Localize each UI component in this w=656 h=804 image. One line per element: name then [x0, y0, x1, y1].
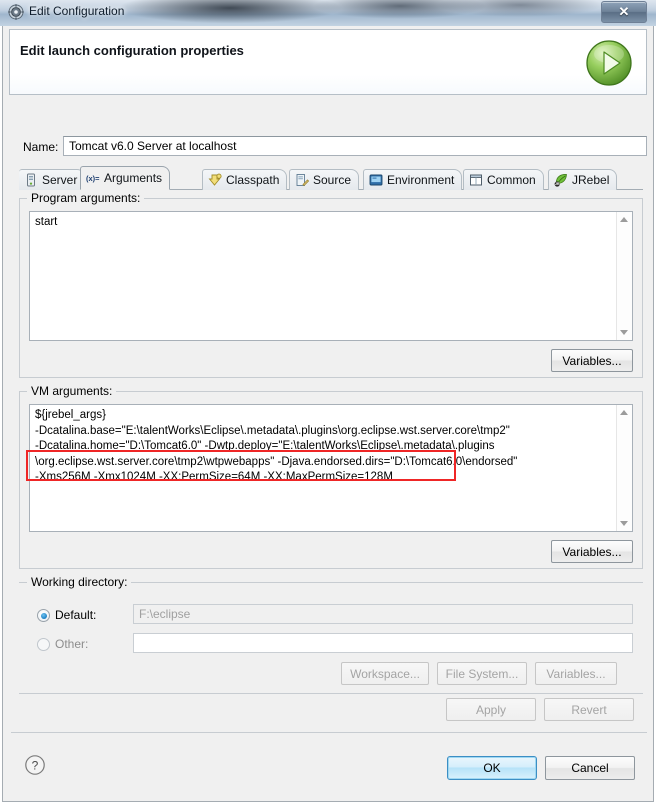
tab-arguments[interactable]: (x)= Arguments: [80, 166, 171, 190]
tab-label: Source: [313, 173, 352, 187]
scroll-up-arrow-icon[interactable]: [620, 410, 628, 415]
tab-server[interactable]: Server: [19, 169, 86, 190]
program-arguments-label: Program arguments:: [27, 191, 145, 205]
classpath-icon: [208, 173, 222, 186]
variable-xy-icon: (x)=: [86, 174, 100, 183]
tab-jrebel[interactable]: JR JRebel: [548, 169, 618, 190]
window-titlebar[interactable]: Edit Configuration ✕: [0, 0, 656, 26]
configuration-name-input[interactable]: Tomcat v6.0 Server at localhost: [63, 136, 647, 156]
workspace-button[interactable]: Workspace...: [341, 662, 429, 685]
working-directory-default-field: F:\eclipse: [133, 604, 633, 624]
close-icon: ✕: [618, 4, 630, 19]
tab-common[interactable]: Common: [463, 169, 544, 190]
window-title: Edit Configuration: [29, 4, 125, 18]
tab-label: Classpath: [226, 173, 280, 187]
working-directory-variables-button[interactable]: Variables...: [535, 662, 617, 685]
tab-source[interactable]: Source: [289, 169, 360, 190]
source-icon: [296, 174, 309, 187]
vm-arguments-value: ${jrebel_args} -Dcatalina.base="E:\talen…: [35, 409, 518, 483]
working-directory-other-label: Other:: [55, 637, 89, 651]
working-directory-bottom-separator: [19, 693, 643, 694]
working-directory-label: Working directory:: [27, 575, 132, 589]
working-directory-default-radio[interactable]: [37, 609, 50, 622]
working-directory-other-field[interactable]: [133, 633, 633, 653]
help-question-icon[interactable]: ?: [24, 754, 46, 776]
run-green-play-icon: [586, 40, 632, 86]
page-title: Edit launch configuration properties: [20, 43, 244, 58]
vm-arguments-textarea[interactable]: ${jrebel_args} -Dcatalina.base="E:\talen…: [29, 404, 633, 532]
tab-classpath[interactable]: Classpath: [202, 169, 288, 190]
program-arguments-scrollbar[interactable]: [616, 212, 632, 340]
scroll-down-arrow-icon[interactable]: [620, 330, 628, 335]
working-directory-default-label: Default:: [55, 608, 97, 622]
ok-button[interactable]: OK: [447, 756, 537, 780]
tab-bar: Server (x)= Arguments Classpath Source E…: [19, 166, 643, 190]
vm-arguments-variables-button[interactable]: Variables...: [551, 540, 633, 563]
dialog-header-banner: Edit launch configuration properties: [9, 29, 647, 95]
tab-label: Common: [487, 173, 536, 187]
scroll-down-arrow-icon[interactable]: [620, 521, 628, 526]
vm-arguments-scrollbar[interactable]: [616, 405, 632, 531]
server-icon: [27, 173, 35, 187]
program-arguments-value: start: [35, 216, 58, 228]
scroll-up-arrow-icon[interactable]: [620, 217, 628, 222]
gear-icon: [8, 4, 24, 20]
footer-separator: [11, 732, 647, 733]
svg-text:(x)=: (x)=: [86, 174, 100, 183]
apply-button[interactable]: Apply: [446, 698, 536, 721]
program-arguments-variables-button[interactable]: Variables...: [551, 349, 633, 372]
name-label: Name:: [23, 140, 59, 154]
tab-label: Environment: [387, 173, 455, 187]
svg-text:?: ?: [32, 758, 39, 772]
tab-label: Arguments: [104, 171, 163, 185]
working-directory-other-radio[interactable]: [37, 638, 50, 651]
tab-label: Server: [42, 173, 78, 187]
vm-arguments-label: VM arguments:: [27, 384, 117, 398]
dialog-body: Edit launch configuration properties Nam…: [2, 26, 654, 802]
cancel-button[interactable]: Cancel: [545, 756, 635, 780]
jrebel-leaf-icon: JR: [554, 174, 567, 187]
close-button[interactable]: ✕: [601, 1, 647, 23]
tab-label: JRebel: [572, 173, 610, 187]
program-arguments-textarea[interactable]: start: [29, 211, 633, 341]
edit-configuration-dialog: Edit Configuration ✕ Edit launch configu…: [0, 0, 656, 804]
svg-text:JR: JR: [555, 182, 560, 186]
tab-environment[interactable]: Environment: [363, 169, 463, 190]
file-system-button[interactable]: File System...: [437, 662, 527, 685]
revert-button[interactable]: Revert: [544, 698, 634, 721]
common-icon: [470, 174, 482, 186]
environment-icon: [369, 174, 383, 186]
